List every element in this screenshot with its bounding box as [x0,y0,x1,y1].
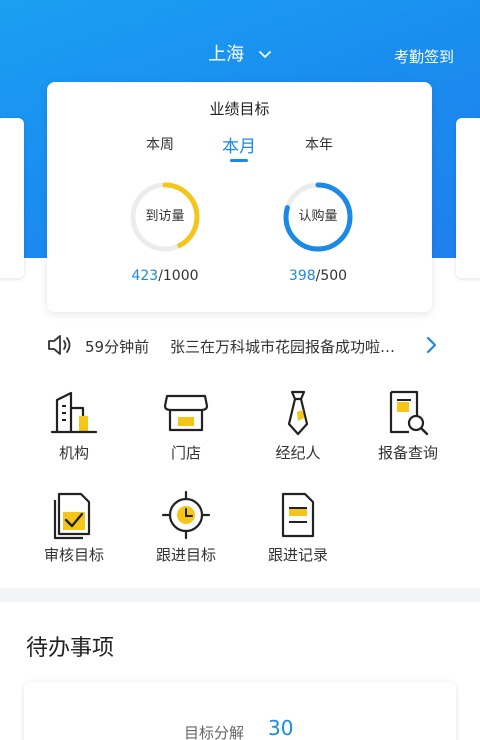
notice-bar[interactable]: 59分钟前 张三在万科城市花园报备成功啦… [0,330,480,360]
visits-target: /1000 [158,268,199,284]
checkin-button[interactable]: 考勤签到 [394,46,454,67]
grid-item-label: 跟进目标 [155,546,216,564]
carousel-prev-card[interactable] [0,118,24,278]
grid-item-store[interactable]: 门店 [136,388,236,468]
visits-current: 423 [131,268,159,284]
subscriptions-value: 398/500 [289,268,347,284]
visits-gauge-label: 到访量 [145,209,185,224]
grid-item-label: 跟进记录 [267,546,328,564]
todo-title: 待办事项 [26,636,115,661]
speaker-icon [48,335,71,355]
visits-gauge: 到访量 [130,182,200,252]
todo-item-count: 30 [268,716,294,740]
grid-item-audit-target[interactable]: 审核目标 [24,490,124,570]
grid-item-report-search[interactable]: 报备查询 [358,388,458,468]
tab-year[interactable]: 本年 [305,134,333,154]
grid-item-label: 门店 [170,444,201,462]
store-icon [163,394,209,432]
building-icon [50,391,98,434]
record-document-icon [281,492,315,538]
grid-item-agent[interactable]: 经纪人 [248,388,348,468]
city-label: 上海 [208,44,245,65]
agent-tie-icon [287,390,309,436]
carousel-next-card[interactable] [456,118,480,278]
performance-title: 业绩目标 [209,100,270,118]
chevron-down-icon [258,51,271,58]
target-clock-icon [161,490,211,540]
grid-item-label: 审核目标 [43,546,104,564]
notice-time: 59分钟前 [85,338,150,356]
audit-check-icon [53,492,91,540]
grid-item-label: 经纪人 [275,444,321,462]
grid-item-follow-target[interactable]: 跟进目标 [136,490,236,570]
grid-item-label: 机构 [58,444,89,462]
todo-item-label: 目标分解 [184,724,245,740]
subscriptions-target: /500 [315,268,348,284]
performance-card: 业绩目标 本周 本月 本年 到访量 423/1000 认购量 398/500 [47,82,432,312]
grid-item-follow-record[interactable]: 跟进记录 [248,490,348,570]
document-search-icon [389,390,429,436]
visits-value: 423/1000 [131,268,198,284]
grid-item-label: 报备查询 [377,444,438,462]
grid-item-institution[interactable]: 机构 [24,388,124,468]
tab-month[interactable]: 本月 [222,132,256,162]
todo-section: 待办事项 目标分解 30 [0,602,480,740]
subscriptions-gauge-label: 认购量 [298,209,338,224]
todo-card[interactable]: 目标分解 30 [24,682,456,740]
subscriptions-gauge: 认购量 [283,182,353,252]
tab-month-label: 本月 [222,137,256,157]
period-tabs: 本周 本月 本年 [47,134,432,164]
tab-week[interactable]: 本周 [146,134,174,154]
chevron-right-icon[interactable] [424,336,438,354]
notice-text: 张三在万科城市花园报备成功啦… [170,338,396,356]
subscriptions-current: 398 [288,268,316,284]
tab-active-indicator [230,159,248,162]
